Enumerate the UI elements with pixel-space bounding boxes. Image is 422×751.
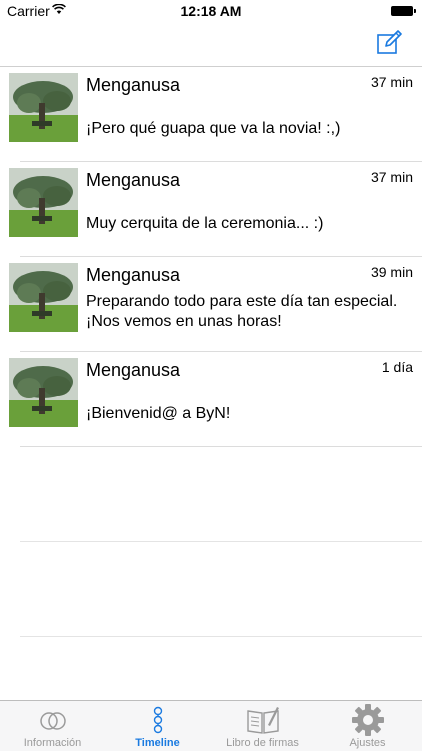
- tab-ajustes[interactable]: Ajustes: [315, 701, 420, 751]
- post-author: Menganusa: [86, 265, 181, 285]
- tab-informacion[interactable]: Información: [0, 701, 105, 751]
- post-photo: [9, 73, 78, 142]
- post-message: Muy cerquita de la ceremonia... :): [86, 215, 324, 232]
- post-author: Menganusa: [86, 170, 181, 190]
- post-time: 1 día: [381, 359, 413, 375]
- post-row[interactable]: Menganusa 39 min Preparando todo para es…: [0, 257, 422, 352]
- post-time: 39 min: [370, 264, 413, 280]
- status-bar: Carrier 12:18 AM: [0, 0, 422, 22]
- post-row[interactable]: Menganusa 37 min Muy cerquita de la cere…: [0, 162, 422, 257]
- tab-label: Libro de firmas: [226, 737, 299, 749]
- post-message: ¡Pero qué guapa que va la novia! :,): [86, 120, 341, 137]
- tab-label: Ajustes: [349, 737, 386, 749]
- post-row[interactable]: Menganusa 1 día ¡Bienvenid@ a ByN!: [0, 352, 422, 447]
- tab-bar: Información Timeline Libro de firmas Aju…: [0, 700, 422, 751]
- gear-icon: [352, 704, 384, 736]
- row-divider: [20, 636, 422, 637]
- timeline-feed: Menganusa 37 min ¡Pero qué guapa que va …: [0, 67, 422, 637]
- compose-icon[interactable]: [376, 30, 402, 56]
- nav-bar: [0, 22, 422, 67]
- post-message: ¡Bienvenid@ a ByN!: [86, 405, 231, 422]
- timeline-icon: [153, 706, 163, 734]
- battery-tip: [414, 9, 416, 13]
- post-time: 37 min: [370, 169, 413, 185]
- post-time: 37 min: [370, 74, 413, 90]
- tab-libro-de-firmas[interactable]: Libro de firmas: [210, 701, 315, 751]
- book-icon: [247, 707, 279, 734]
- tab-label: Timeline: [135, 737, 180, 749]
- battery-icon: [391, 6, 413, 16]
- empty-row: [0, 447, 422, 542]
- post-photo: [9, 263, 78, 332]
- clock: 12:18 AM: [180, 3, 242, 19]
- tab-timeline[interactable]: Timeline: [105, 701, 210, 751]
- post-author: Menganusa: [86, 75, 181, 95]
- post-row[interactable]: Menganusa 37 min ¡Pero qué guapa que va …: [0, 67, 422, 162]
- post-message: Preparando todo para este día tan especi…: [86, 293, 398, 330]
- post-photo: [9, 168, 78, 237]
- post-author: Menganusa: [86, 360, 181, 380]
- tab-label: Información: [23, 737, 82, 749]
- empty-row: [0, 542, 422, 637]
- rings-icon: [40, 712, 66, 730]
- post-photo: [9, 358, 78, 427]
